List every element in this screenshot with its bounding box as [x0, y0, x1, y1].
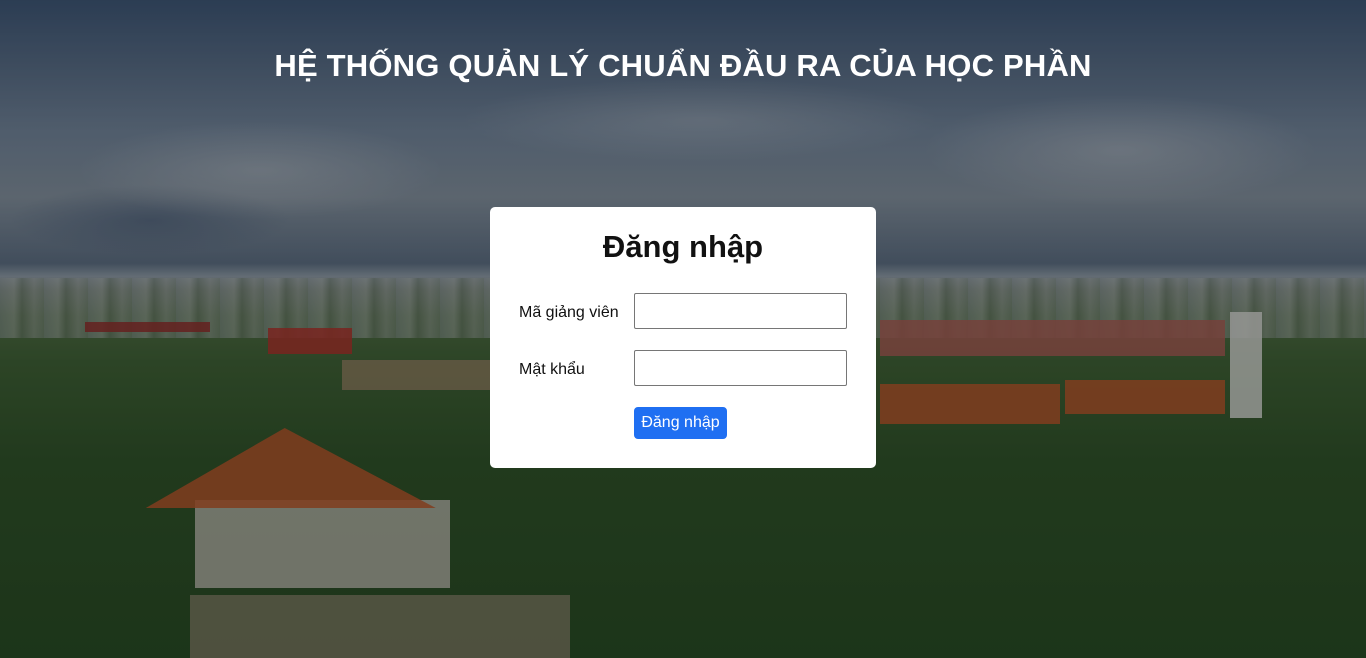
password-input[interactable]	[634, 350, 847, 386]
page-title: HỆ THỐNG QUẢN LÝ CHUẨN ĐẦU RA CỦA HỌC PH…	[274, 48, 1092, 83]
login-page: HỆ THỐNG QUẢN LÝ CHUẨN ĐẦU RA CỦA HỌC PH…	[0, 0, 1366, 658]
login-button[interactable]: Đăng nhập	[634, 407, 727, 439]
password-label: Mật khẩu	[519, 361, 585, 378]
username-input[interactable]	[634, 293, 847, 329]
login-heading: Đăng nhập	[602, 229, 764, 264]
login-card: Đăng nhập Mã giảng viên Mật khẩu Đăng nh…	[490, 207, 876, 468]
username-label: Mã giảng viên	[519, 304, 619, 321]
